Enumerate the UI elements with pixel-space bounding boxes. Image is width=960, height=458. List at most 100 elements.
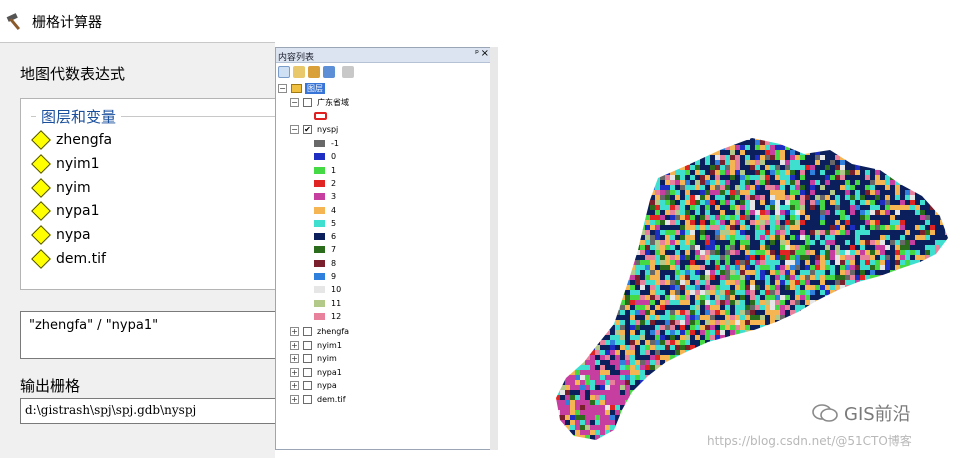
raster-cell	[690, 145, 695, 150]
raster-cell	[540, 245, 545, 250]
legend-class[interactable]: 11	[314, 297, 341, 310]
raster-cell	[885, 180, 890, 185]
layers-and-variables-list[interactable]: 图层和变量 zhengfa nyim1 nyim nypa1 nypa dem.…	[20, 98, 278, 290]
layer-nyim1[interactable]: + nyim1	[290, 339, 342, 352]
visibility-checkbox[interactable]	[303, 394, 312, 404]
raster-cell	[890, 380, 895, 385]
legend-class[interactable]: 8	[314, 257, 336, 270]
variable-item-nypa[interactable]: nypa	[31, 224, 91, 246]
collapse-icon[interactable]: −	[278, 84, 287, 93]
expand-icon[interactable]: +	[290, 327, 299, 336]
legend-class[interactable]: 5	[314, 217, 336, 230]
legend-class[interactable]: 0	[314, 150, 336, 163]
layer-nyspj[interactable]: − ✔ nyspj	[290, 123, 338, 136]
raster-cell	[930, 280, 935, 285]
layer-nypa[interactable]: + nypa	[290, 379, 337, 392]
close-icon[interactable]: ×	[481, 48, 489, 59]
legend-class[interactable]: 9	[314, 270, 336, 283]
variable-item-zhengfa[interactable]: zhengfa	[31, 129, 112, 151]
raster-cell	[745, 210, 750, 215]
visibility-checkbox[interactable]	[303, 327, 312, 336]
list-by-drawing-order-icon[interactable]	[278, 66, 290, 78]
options-icon[interactable]	[342, 66, 354, 78]
raster-map-view[interactable]	[540, 130, 960, 445]
raster-cell	[665, 415, 670, 420]
raster-cell	[930, 405, 935, 410]
raster-cell	[735, 230, 740, 235]
pin-icon[interactable]: ᵖ	[475, 49, 479, 59]
variable-item-nyim1[interactable]: nyim1	[31, 153, 100, 175]
polygon-symbol-icon	[314, 111, 327, 120]
collapse-icon[interactable]: −	[290, 125, 299, 134]
raster-cell	[575, 295, 580, 300]
raster-cell	[610, 230, 615, 235]
raster-cell	[935, 260, 940, 265]
raster-cell	[915, 275, 920, 280]
list-by-selection-icon[interactable]	[323, 66, 335, 78]
tree-root-layers[interactable]: − 图层	[278, 82, 325, 95]
legend-class[interactable]: 6	[314, 230, 336, 243]
expand-icon[interactable]: +	[290, 354, 299, 363]
raster-cell	[705, 355, 710, 360]
raster-cell	[660, 275, 665, 280]
expand-icon[interactable]: +	[290, 381, 299, 390]
raster-cell	[830, 270, 835, 275]
expand-icon[interactable]: +	[290, 340, 299, 350]
layer-nypa1[interactable]: + nypa1	[290, 366, 342, 379]
visibility-checkbox[interactable]: ✔	[303, 125, 312, 134]
legend-class[interactable]: 2	[314, 177, 336, 190]
raster-cell	[570, 180, 575, 185]
list-by-source-icon[interactable]	[293, 66, 305, 78]
visibility-checkbox[interactable]	[303, 340, 312, 350]
legend-class[interactable]: 1	[314, 164, 336, 177]
raster-cell	[800, 195, 805, 200]
raster-cell	[895, 195, 900, 200]
list-by-visibility-icon[interactable]	[308, 66, 320, 78]
expand-icon[interactable]: +	[290, 394, 299, 404]
variable-item-nyim[interactable]: nyim	[31, 177, 91, 199]
raster-cell	[820, 345, 825, 350]
raster-cell	[910, 160, 915, 165]
raster-cell	[825, 220, 830, 225]
raster-cell	[735, 295, 740, 300]
layer-dem-tif[interactable]: + dem.tif	[290, 393, 346, 406]
raster-cell	[635, 345, 640, 350]
raster-cell	[795, 375, 800, 380]
raster-cell	[720, 375, 725, 380]
legend-class[interactable]: -1	[314, 137, 339, 150]
variable-item-dem-tif[interactable]: dem.tif	[31, 248, 106, 270]
layer-zhengfa[interactable]: + zhengfa	[290, 325, 349, 338]
raster-cell	[900, 175, 905, 180]
raster-cell	[950, 365, 955, 370]
legend-class[interactable]: 3	[314, 190, 336, 203]
raster-cell	[680, 185, 685, 190]
visibility-checkbox[interactable]	[303, 367, 312, 377]
legend-class[interactable]: 10	[314, 283, 341, 296]
legend-class[interactable]: 4	[314, 204, 336, 217]
raster-cell	[830, 195, 835, 200]
raster-cell	[685, 335, 690, 340]
legend-class[interactable]: 12	[314, 310, 341, 323]
variable-item-nypa1[interactable]: nypa1	[31, 200, 100, 222]
output-raster-input[interactable]: d:\gistrash\spj\spj.gdb\nyspj	[20, 398, 278, 424]
visibility-checkbox[interactable]	[303, 98, 312, 107]
raster-cell	[605, 340, 610, 345]
layer-guangdong[interactable]: − 广东省域	[290, 96, 349, 109]
raster-cell	[680, 155, 685, 160]
raster-cell	[565, 140, 570, 145]
raster-cell	[660, 205, 665, 210]
raster-cell	[685, 170, 690, 175]
raster-cell	[945, 165, 948, 170]
raster-cell	[750, 330, 755, 335]
expand-icon[interactable]: +	[290, 367, 299, 377]
layer-nyim[interactable]: + nyim	[290, 352, 337, 365]
collapse-icon[interactable]: −	[290, 98, 299, 107]
raster-cell	[770, 325, 775, 330]
legend-class[interactable]: 7	[314, 243, 336, 256]
visibility-checkbox[interactable]	[303, 381, 312, 390]
toc-scrollbar[interactable]	[490, 47, 498, 450]
raster-cell	[540, 320, 545, 325]
visibility-checkbox[interactable]	[303, 354, 312, 363]
raster-cell	[795, 225, 800, 230]
expression-input[interactable]: "zhengfa" / "nypa1"	[20, 311, 278, 359]
